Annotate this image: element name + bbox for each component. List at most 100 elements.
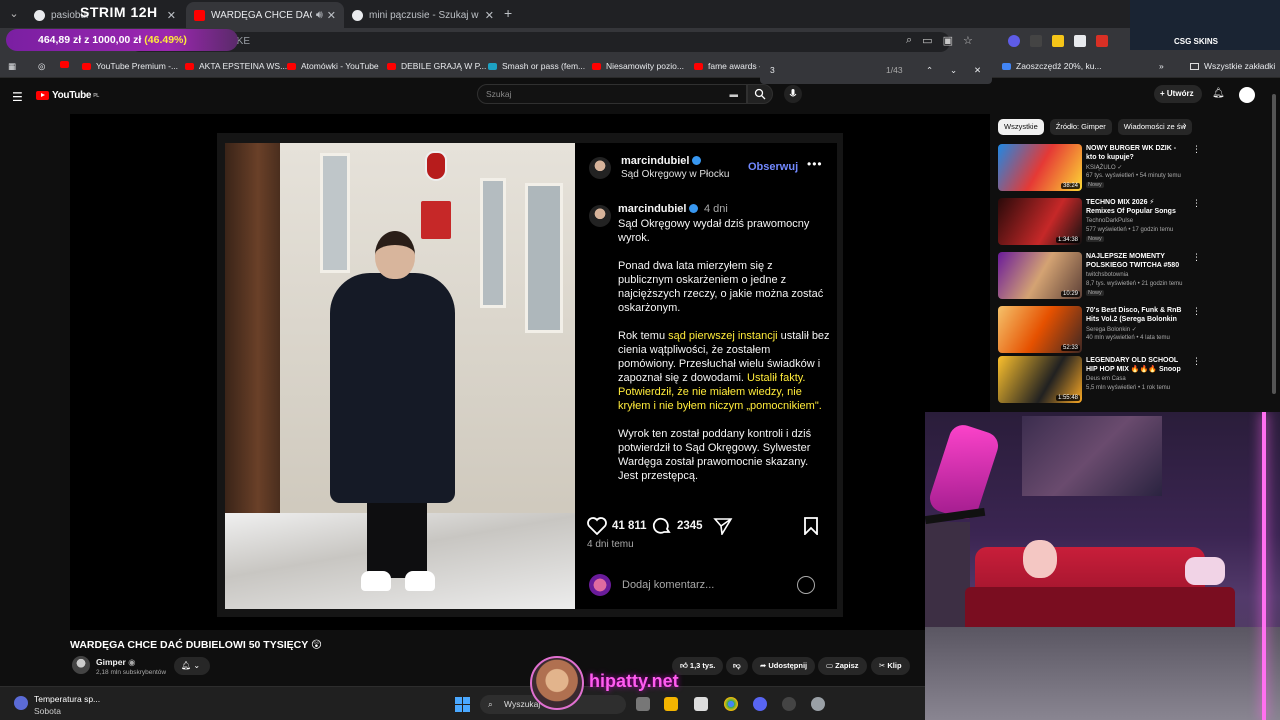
video-thumbnail[interactable]: 52:33 — [998, 306, 1082, 353]
recommendation-item[interactable]: 38:24 NOWY BURGER WK DZIK - kto to kupuj… — [998, 144, 1201, 194]
channel-name[interactable]: Gimper ◉ — [96, 657, 136, 668]
tab-search-icon[interactable]: ⌄ — [6, 6, 22, 22]
subscription-bell-button[interactable]: 🔔︎ ⌄ — [174, 657, 210, 675]
more-vert-icon[interactable]: ⋮ — [1192, 198, 1201, 209]
bookmark-star-icon[interactable]: ☆ — [963, 34, 973, 47]
like-button[interactable]: 👍︎ 1,3 tys. — [672, 657, 724, 675]
chevron-right-icon[interactable]: › — [1183, 120, 1186, 131]
more-options-icon[interactable]: ••• — [807, 157, 823, 171]
bookmark-youtube[interactable] — [60, 61, 74, 68]
clip-button[interactable]: ✂ Klip — [871, 657, 910, 675]
post-author[interactable]: marcindubiel — [621, 155, 702, 167]
find-close-icon[interactable]: ✕ — [974, 65, 981, 76]
account-avatar[interactable] — [1239, 87, 1255, 103]
settings-gear-icon[interactable] — [811, 697, 825, 711]
rec-title[interactable]: NAJLEPSZE MOMENTY POLSKIEGO TWITCHA #580 — [1086, 252, 1182, 270]
tab-google-search[interactable]: mini pączusie - Szukaj w Google ✕ — [344, 2, 502, 28]
bookmark-item[interactable]: AKTA EPSTEINA WS... — [185, 61, 287, 71]
video-thumbnail[interactable]: 10:29 — [998, 252, 1082, 299]
obs-icon[interactable] — [782, 697, 796, 711]
recommendation-item[interactable]: 52:33 70's Best Disco, Funk & RnB Hits V… — [998, 306, 1201, 356]
bookmark-item[interactable]: fame awards - — [694, 61, 762, 71]
channel-avatar[interactable] — [72, 656, 90, 674]
post-author-avatar[interactable] — [589, 157, 611, 179]
speaker-icon[interactable]: 🔊︎ — [316, 9, 323, 22]
chip-source[interactable]: Źródło: Gimper — [1049, 119, 1112, 135]
windows-start-icon[interactable] — [455, 697, 470, 712]
emoji-icon[interactable] — [797, 576, 815, 594]
store-icon[interactable] — [694, 697, 708, 711]
more-vert-icon[interactable]: ⋮ — [1192, 144, 1201, 155]
video-thumbnail[interactable]: 1:55:48 — [998, 356, 1082, 403]
reader-icon[interactable]: ▣ — [943, 34, 953, 47]
more-vert-icon[interactable]: ⋮ — [1192, 356, 1201, 367]
voice-search-button[interactable] — [784, 85, 802, 103]
chrome-icon[interactable]: ◎ — [38, 61, 45, 72]
save-post-button[interactable] — [803, 517, 824, 535]
recommendation-item[interactable]: 10:29 NAJLEPSZE MOMENTY POLSKIEGO TWITCH… — [998, 252, 1201, 302]
recommendation-item[interactable]: 1:34:38 TECHNO MIX 2026 ⚡ Remixes Of Pop… — [998, 198, 1201, 248]
find-next-icon[interactable]: ⌄ — [950, 65, 957, 76]
comment-input[interactable]: Dodaj komentarz... — [622, 579, 714, 591]
share-button[interactable] — [713, 517, 738, 535]
rec-title[interactable]: LEGENDARY OLD SCHOOL HIP HOP MIX 🔥🔥🔥 Sno… — [1086, 356, 1182, 374]
video-thumbnail[interactable]: 38:24 — [998, 144, 1082, 191]
more-vert-icon[interactable]: ⋮ — [1192, 306, 1201, 317]
like-button[interactable]: 41 811 — [587, 517, 647, 535]
bookmark-item[interactable]: Atomówki - YouTube — [287, 61, 379, 71]
bookmark-item[interactable]: Zaoszczędź 20%, ku... — [1002, 61, 1102, 71]
cast-icon[interactable]: ▭ — [922, 34, 932, 47]
chip-all[interactable]: Wszystkie — [998, 119, 1044, 135]
keyboard-icon[interactable]: ▬ — [730, 85, 739, 103]
apps-grid-icon[interactable]: ▦ — [8, 61, 16, 72]
rec-channel[interactable]: TechnoDarkPulse — [1086, 218, 1133, 224]
new-tab-button[interactable]: + — [504, 5, 512, 21]
rec-channel[interactable]: twitchsbotownia — [1086, 272, 1128, 278]
chip-news[interactable]: Wiadomości ze św — [1117, 119, 1192, 135]
bookmark-item[interactable]: YouTube Premium -... — [82, 61, 178, 71]
extension-icon[interactable] — [1030, 35, 1042, 47]
recommendation-item[interactable]: 1:55:48 LEGENDARY OLD SCHOOL HIP HOP MIX… — [998, 356, 1201, 406]
extension-icon[interactable] — [1008, 35, 1020, 47]
zoom-icon[interactable]: ⌕ — [906, 34, 912, 47]
post-location[interactable]: Sąd Okręgowy w Płocku — [621, 169, 729, 180]
tab-youtube-video[interactable]: WARDĘGA CHCE DAĆ DUBI 🔊︎ ✕ — [186, 2, 344, 28]
create-button[interactable]: + Utwórz — [1154, 85, 1202, 103]
chrome-app-icon[interactable] — [724, 697, 738, 711]
share-button[interactable]: ➦ Udostępnij — [752, 657, 816, 675]
close-tab-icon[interactable]: ✕ — [167, 9, 176, 22]
caption-author[interactable]: marcindubiel — [618, 203, 699, 215]
close-tab-icon[interactable]: ✕ — [485, 9, 494, 22]
bookmark-item[interactable]: Niesamowity pozio... — [592, 61, 684, 71]
file-explorer-icon[interactable] — [664, 697, 678, 711]
bookmark-item[interactable]: Smash or pass (fem... — [488, 61, 585, 71]
find-query[interactable]: 3 — [770, 65, 775, 75]
rec-channel[interactable]: Deus em Casa — [1086, 376, 1126, 382]
search-button[interactable] — [747, 84, 773, 104]
url-field[interactable]: Sw8e_FKE — [130, 32, 950, 52]
save-button[interactable]: ▭ Zapisz — [818, 657, 867, 675]
weather-title[interactable]: Temperatura sp... — [34, 694, 100, 704]
close-tab-icon[interactable]: ✕ — [327, 9, 336, 22]
caption-author-avatar[interactable] — [589, 205, 611, 227]
youtube-logo[interactable]: YouTube PL — [36, 90, 99, 101]
dislike-button[interactable]: 👎︎ — [726, 657, 748, 675]
extension-icon[interactable] — [1096, 35, 1108, 47]
video-thumbnail[interactable]: 1:34:38 — [998, 198, 1082, 245]
search-input[interactable]: Szukaj ▬ — [477, 84, 747, 104]
rec-channel[interactable]: KSIĄŻULO ✓ — [1086, 164, 1122, 171]
rec-title[interactable]: TECHNO MIX 2026 ⚡ Remixes Of Popular Son… — [1086, 198, 1182, 216]
comment-button[interactable]: 2345 — [652, 517, 703, 535]
rec-channel[interactable]: Serega Bolonkin ✓ — [1086, 326, 1137, 333]
menu-icon[interactable]: ☰ — [12, 90, 23, 104]
extension-icon[interactable] — [1052, 35, 1064, 47]
extension-icon[interactable] — [1074, 35, 1086, 47]
page-scrollbar[interactable] — [1271, 84, 1277, 412]
scrollbar-thumb[interactable] — [1272, 94, 1276, 394]
task-view-icon[interactable] — [636, 697, 650, 711]
all-bookmarks-folder[interactable]: Wszystkie zakładki — [1190, 61, 1275, 71]
bookmark-item[interactable]: DEBILE GRAJĄ W P... — [387, 61, 486, 71]
bookmarks-overflow-icon[interactable]: » — [1159, 61, 1164, 71]
discord-icon[interactable] — [753, 697, 767, 711]
notifications-bell-icon[interactable]: 🔔︎ — [1212, 88, 1225, 99]
